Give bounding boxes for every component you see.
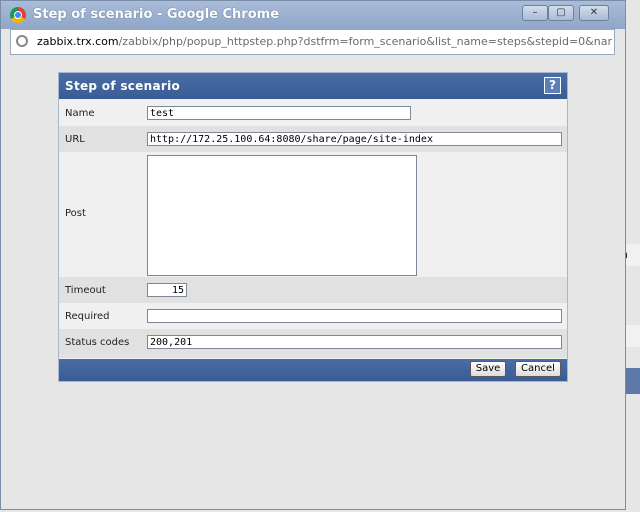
url-label: URL xyxy=(65,134,85,145)
status-codes-input[interactable] xyxy=(147,335,562,349)
url-text[interactable]: zabbix.trx.com/zabbix/php/popup_httpstep… xyxy=(37,35,612,48)
timeout-label: Timeout xyxy=(65,285,106,296)
form-title: Step of scenario xyxy=(65,79,181,93)
minimize-button[interactable]: – xyxy=(522,5,548,21)
name-input[interactable] xyxy=(147,106,411,120)
required-row: Required xyxy=(59,303,567,329)
required-label: Required xyxy=(65,311,110,322)
timeout-input[interactable] xyxy=(147,283,187,297)
chrome-icon xyxy=(10,7,26,23)
form-header: Step of scenario ? xyxy=(59,73,567,99)
cancel-button[interactable]: Cancel xyxy=(515,361,561,377)
status-codes-row: Status codes xyxy=(59,329,567,358)
address-bar[interactable]: zabbix.trx.com/zabbix/php/popup_httpstep… xyxy=(10,29,615,55)
url-host: zabbix.trx.com xyxy=(37,35,119,48)
close-button[interactable]: ✕ xyxy=(579,5,609,21)
maximize-button[interactable]: ▢ xyxy=(548,5,574,21)
required-input[interactable] xyxy=(147,309,562,323)
form-footer: Save Cancel xyxy=(59,359,567,381)
post-label: Post xyxy=(65,208,86,219)
page-icon xyxy=(16,35,28,47)
name-row: Name xyxy=(59,100,567,126)
post-textarea[interactable] xyxy=(147,155,417,276)
timeout-row: Timeout xyxy=(59,277,567,303)
url-row: URL xyxy=(59,126,567,152)
url-path: /zabbix/php/popup_httpstep.php?dstfrm=fo… xyxy=(118,35,612,48)
status-codes-label: Status codes xyxy=(65,337,130,348)
help-button[interactable]: ? xyxy=(544,77,561,94)
window-titlebar[interactable]: Step of scenario - Google Chrome – ▢ ✕ xyxy=(1,1,625,29)
url-input[interactable] xyxy=(147,132,562,146)
window-title: Step of scenario - Google Chrome xyxy=(33,7,280,22)
name-label: Name xyxy=(65,108,95,119)
post-row: Post xyxy=(59,152,567,277)
save-button[interactable]: Save xyxy=(470,361,506,377)
step-form: Step of scenario ? Name URL Post Timeout… xyxy=(58,72,568,382)
